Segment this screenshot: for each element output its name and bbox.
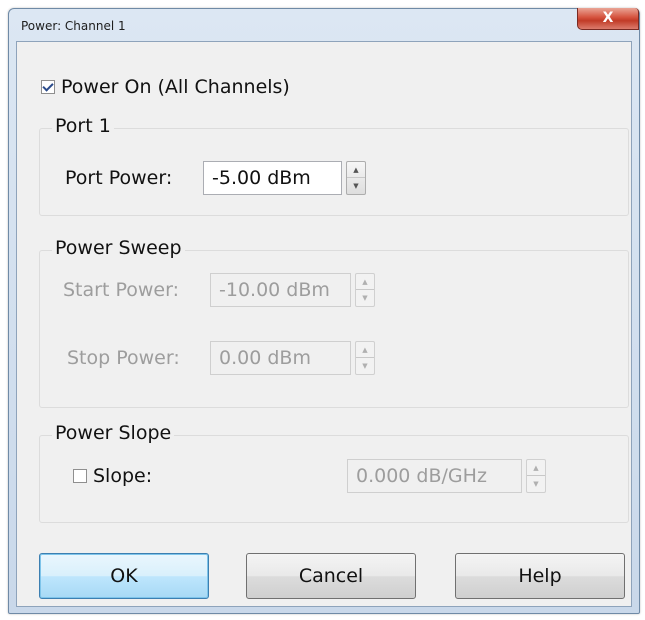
spinner-down-icon[interactable]: ▼ xyxy=(347,178,365,194)
spinner-down-icon[interactable]: ▼ xyxy=(527,476,545,492)
power-on-label: Power On (All Channels) xyxy=(61,76,290,98)
spinner-up-icon[interactable]: ▲ xyxy=(347,162,365,178)
window-title: Power: Channel 1 xyxy=(21,19,126,33)
close-icon: X xyxy=(602,10,614,26)
spinner-up-icon[interactable]: ▲ xyxy=(356,342,374,358)
spinner-down-icon[interactable]: ▼ xyxy=(356,290,374,306)
slope-row[interactable]: Slope: xyxy=(73,465,152,487)
cancel-button[interactable]: Cancel xyxy=(246,553,416,599)
slope-label: Slope: xyxy=(93,465,153,487)
slope-spinner[interactable]: ▲ ▼ xyxy=(526,459,546,493)
spinner-down-icon[interactable]: ▼ xyxy=(356,358,374,374)
start-power-spinner[interactable]: ▲ ▼ xyxy=(355,273,375,307)
port1-group-title: Port 1 xyxy=(52,115,114,137)
stop-power-spinner[interactable]: ▲ ▼ xyxy=(355,341,375,375)
ok-button[interactable]: OK xyxy=(39,553,209,599)
dialog-body: Power On (All Channels) Port 1 Port Powe… xyxy=(16,41,632,607)
slope-input[interactable]: 0.000 dB/GHz xyxy=(347,459,522,493)
close-button[interactable]: X xyxy=(577,8,639,30)
port-power-input[interactable]: -5.00 dBm xyxy=(203,161,342,195)
start-power-input[interactable]: -10.00 dBm xyxy=(210,273,351,307)
port-power-label: Port Power: xyxy=(65,167,173,189)
title-bar[interactable]: Power: Channel 1 xyxy=(9,9,639,41)
start-power-label: Start Power: xyxy=(63,279,179,301)
help-button[interactable]: Help xyxy=(455,553,625,599)
spinner-up-icon[interactable]: ▲ xyxy=(356,274,374,290)
power-slope-group-title: Power Slope xyxy=(52,422,175,444)
port-power-spinner[interactable]: ▲ ▼ xyxy=(346,161,366,195)
power-on-row[interactable]: Power On (All Channels) xyxy=(41,76,290,98)
stop-power-label: Stop Power: xyxy=(67,347,180,369)
power-on-checkbox[interactable] xyxy=(41,80,55,94)
power-dialog: Power: Channel 1 X Power On (All Channel… xyxy=(8,8,640,614)
power-sweep-group-title: Power Sweep xyxy=(52,237,185,259)
slope-checkbox[interactable] xyxy=(73,469,87,483)
spinner-up-icon[interactable]: ▲ xyxy=(527,460,545,476)
stop-power-input[interactable]: 0.00 dBm xyxy=(210,341,351,375)
